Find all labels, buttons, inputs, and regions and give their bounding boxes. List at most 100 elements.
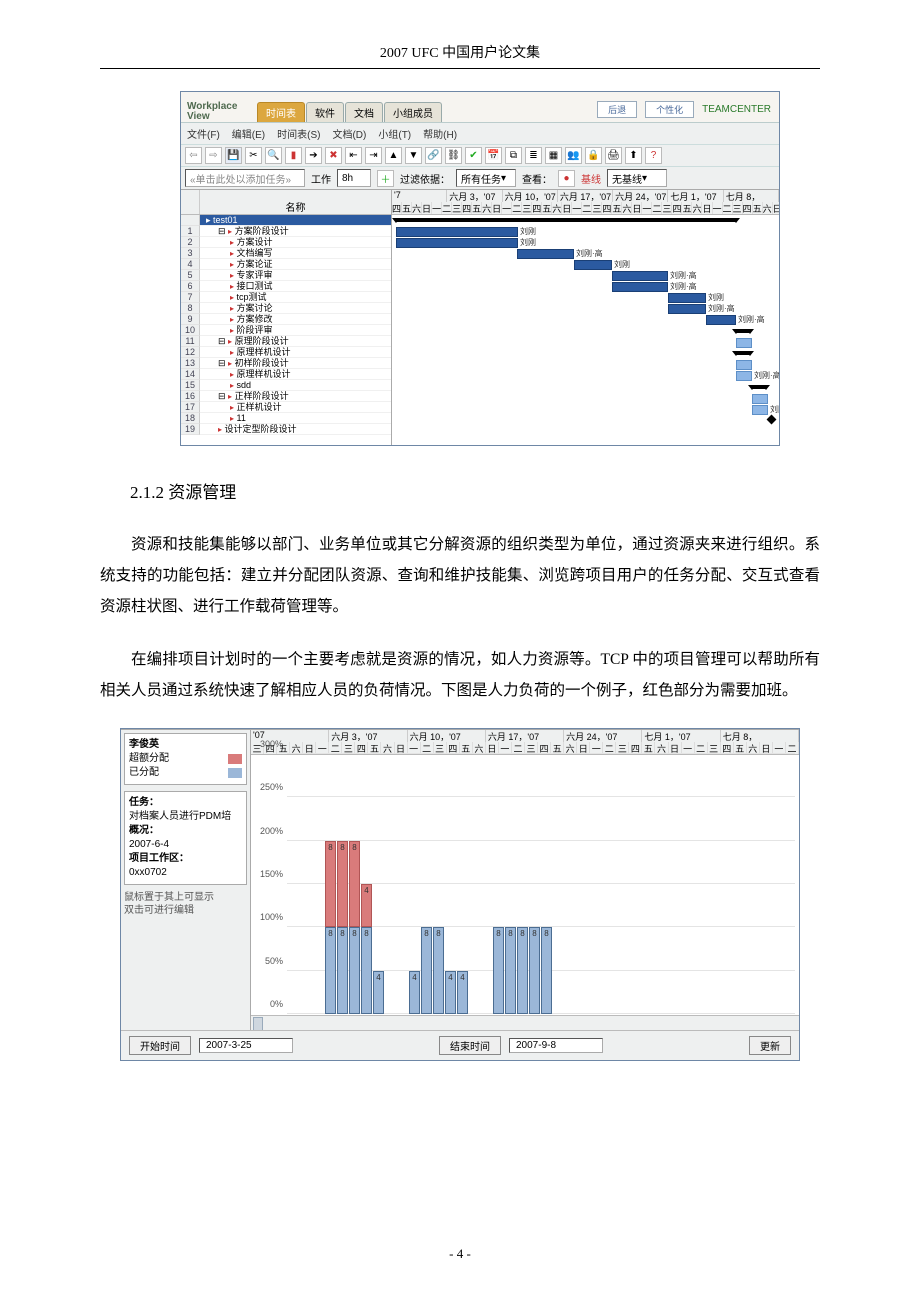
menu-doc[interactable]: 文档(D) bbox=[332, 126, 366, 141]
alloc-bar[interactable]: 8 bbox=[505, 927, 516, 1014]
menu-schedule[interactable]: 时间表(S) bbox=[277, 126, 320, 141]
alloc-bar[interactable]: 8 bbox=[517, 927, 528, 1014]
nav-fwd-icon[interactable]: ⇨ bbox=[205, 147, 222, 164]
task-row[interactable]: ▸ 设计定型阶段设计 bbox=[200, 424, 391, 435]
task-row[interactable]: ⊟ ▸ 初样阶段设计 bbox=[200, 358, 391, 369]
menu-help[interactable]: 帮助(H) bbox=[423, 126, 457, 141]
menu-file[interactable]: 文件(F) bbox=[187, 126, 220, 141]
cut-icon[interactable]: ✂ bbox=[245, 147, 262, 164]
alloc-bar[interactable]: 8 bbox=[433, 927, 444, 1014]
props-icon[interactable]: ≣ bbox=[525, 147, 542, 164]
task-bar[interactable] bbox=[612, 271, 668, 281]
task-bar[interactable] bbox=[574, 260, 612, 270]
alloc-bar[interactable]: 8 bbox=[493, 927, 504, 1014]
task-row[interactable]: ▸ 文档编写 bbox=[200, 248, 391, 259]
calendar-icon[interactable]: 📅 bbox=[485, 147, 502, 164]
tab-docs[interactable]: 文档 bbox=[345, 102, 383, 122]
task-bar[interactable] bbox=[752, 394, 768, 404]
task-bar[interactable] bbox=[396, 227, 518, 237]
baseline-field[interactable]: 无基线▾ bbox=[607, 169, 667, 187]
resource-histogram[interactable]: '07六月 3，'07六月 10，'07六月 17，'07六月 24，'07七月… bbox=[251, 730, 799, 1030]
alloc-bar[interactable]: 4 bbox=[445, 971, 456, 1014]
alloc-bar[interactable]: 4 bbox=[457, 971, 468, 1014]
task-bar[interactable] bbox=[736, 338, 752, 348]
task-row[interactable]: ▸ 11 bbox=[200, 413, 391, 424]
task-bar[interactable] bbox=[396, 238, 518, 248]
task-row[interactable]: ▸ 方案论证 bbox=[200, 259, 391, 270]
unlink-icon[interactable]: ⛓ bbox=[445, 147, 462, 164]
task-row[interactable]: ▸ 方案讨论 bbox=[200, 303, 391, 314]
lock-icon[interactable]: 🔒 bbox=[585, 147, 602, 164]
task-bar[interactable] bbox=[736, 371, 752, 381]
alloc-bar[interactable]: 8 bbox=[541, 927, 552, 1014]
task-row[interactable]: ▸ 原理样机设计 bbox=[200, 347, 391, 358]
start-date-button[interactable]: 开始时间 bbox=[129, 1036, 191, 1055]
new-doc-icon[interactable]: ▮ bbox=[285, 147, 302, 164]
filter-field[interactable]: 所有任务▾ bbox=[456, 169, 516, 187]
task-row[interactable]: ▸ sdd bbox=[200, 380, 391, 391]
toolbar[interactable]: ⇦ ⇨ 💾 ✂ 🔍 ▮ ➔ ✖ ⇤ ⇥ ▲ ▼ 🔗 ⛓ ✔ 📅 ⧉ ≣ ▦ 👥 bbox=[181, 144, 779, 166]
nav-back-icon[interactable]: ⇦ bbox=[185, 147, 202, 164]
milestone-icon[interactable] bbox=[767, 415, 777, 425]
add-icon[interactable]: ＋ bbox=[377, 170, 394, 187]
task-tree[interactable]: 名称 ▸ test01 1⊟ ▸ 方案阶段设计2▸ 方案设计3▸ 文档编写4▸ … bbox=[181, 190, 392, 445]
alloc-bar[interactable]: 8 bbox=[421, 927, 432, 1014]
alloc-bar[interactable]: 8 bbox=[529, 927, 540, 1014]
print-icon[interactable]: 🖨 bbox=[605, 147, 622, 164]
update-button[interactable]: 更新 bbox=[749, 1036, 791, 1055]
back-button[interactable]: 后退 bbox=[597, 101, 637, 118]
alloc-bar[interactable]: 8 bbox=[325, 927, 336, 1014]
task-row[interactable]: ▸ 原理样机设计 bbox=[200, 369, 391, 380]
task-bar[interactable] bbox=[517, 249, 574, 259]
alloc-bar[interactable]: 8 bbox=[361, 927, 372, 1014]
alloc-bar[interactable]: 8 bbox=[349, 927, 360, 1014]
task-row[interactable]: ⊟ ▸ 正样阶段设计 bbox=[200, 391, 391, 402]
help-icon[interactable]: ? bbox=[645, 147, 662, 164]
scrollbar-thumb[interactable] bbox=[253, 1017, 263, 1030]
overalloc-bar[interactable]: 8 bbox=[337, 841, 348, 928]
task-bar[interactable] bbox=[612, 282, 668, 292]
alloc-bar[interactable]: 8 bbox=[337, 927, 348, 1014]
alloc-bar[interactable]: 4 bbox=[373, 971, 384, 1014]
end-date-button[interactable]: 结束时间 bbox=[439, 1036, 501, 1055]
delete-icon[interactable]: ✖ bbox=[325, 147, 342, 164]
task-bar[interactable] bbox=[736, 360, 752, 370]
link-icon[interactable]: 🔗 bbox=[425, 147, 442, 164]
task-bar[interactable] bbox=[706, 315, 736, 325]
task-row[interactable]: ▸ 正样机设计 bbox=[200, 402, 391, 413]
task-row[interactable]: ▸ 方案设计 bbox=[200, 237, 391, 248]
menu-group[interactable]: 小组(T) bbox=[378, 126, 411, 141]
search-icon[interactable]: 🔍 bbox=[265, 147, 282, 164]
export-icon[interactable]: ⬆ bbox=[625, 147, 642, 164]
task-row[interactable]: ⊟ ▸ 原理阶段设计 bbox=[200, 336, 391, 347]
view-tabs[interactable]: 时间表 软件 文档 小组成员 bbox=[257, 102, 443, 122]
menu-bar[interactable]: 文件(F) 编辑(E) 时间表(S) 文档(D) 小组(T) 帮助(H) bbox=[181, 122, 779, 144]
gantt-chart[interactable]: '7六月 3，'07六月 10，'07六月 17，'07六月 24，'07七月 … bbox=[392, 190, 779, 445]
alloc-bar[interactable]: 4 bbox=[409, 971, 420, 1014]
task-row[interactable]: ▸ 阶段评审 bbox=[200, 325, 391, 336]
sort-asc-icon[interactable]: ▲ bbox=[385, 147, 402, 164]
horizontal-scrollbar[interactable] bbox=[251, 1015, 799, 1030]
task-bar[interactable] bbox=[752, 405, 768, 415]
end-date-field[interactable]: 2007-9-8 bbox=[509, 1038, 603, 1053]
task-row[interactable]: ⊟ ▸ 方案阶段设计 bbox=[200, 226, 391, 237]
root-node[interactable]: ▸ test01 bbox=[200, 215, 391, 226]
outdent-icon[interactable]: ⇤ bbox=[345, 147, 362, 164]
users-icon[interactable]: 👥 bbox=[565, 147, 582, 164]
start-date-field[interactable]: 2007-3-25 bbox=[199, 1038, 293, 1053]
tab-timeline[interactable]: 时间表 bbox=[257, 102, 305, 122]
task-bar[interactable] bbox=[668, 293, 706, 303]
task-row[interactable]: ▸ 方案修改 bbox=[200, 314, 391, 325]
view-picker-icon[interactable]: ● bbox=[558, 170, 575, 187]
indent-icon[interactable]: ⇥ bbox=[365, 147, 382, 164]
overalloc-bar[interactable]: 8 bbox=[325, 841, 336, 928]
check-icon[interactable]: ✔ bbox=[465, 147, 482, 164]
personalize-button[interactable]: 个性化 bbox=[645, 101, 694, 118]
overalloc-bar[interactable]: 8 bbox=[349, 841, 360, 928]
task-row[interactable]: ▸ tcp测试 bbox=[200, 292, 391, 303]
filter-bar[interactable]: «单击此处以添加任务» 工作 8h ＋ 过滤依据： 所有任务▾ 查看： ● 基线… bbox=[181, 166, 779, 189]
goto-icon[interactable]: ➔ bbox=[305, 147, 322, 164]
work-field[interactable]: 8h bbox=[337, 169, 371, 187]
tab-software[interactable]: 软件 bbox=[306, 102, 344, 122]
copy-icon[interactable]: ⧉ bbox=[505, 147, 522, 164]
